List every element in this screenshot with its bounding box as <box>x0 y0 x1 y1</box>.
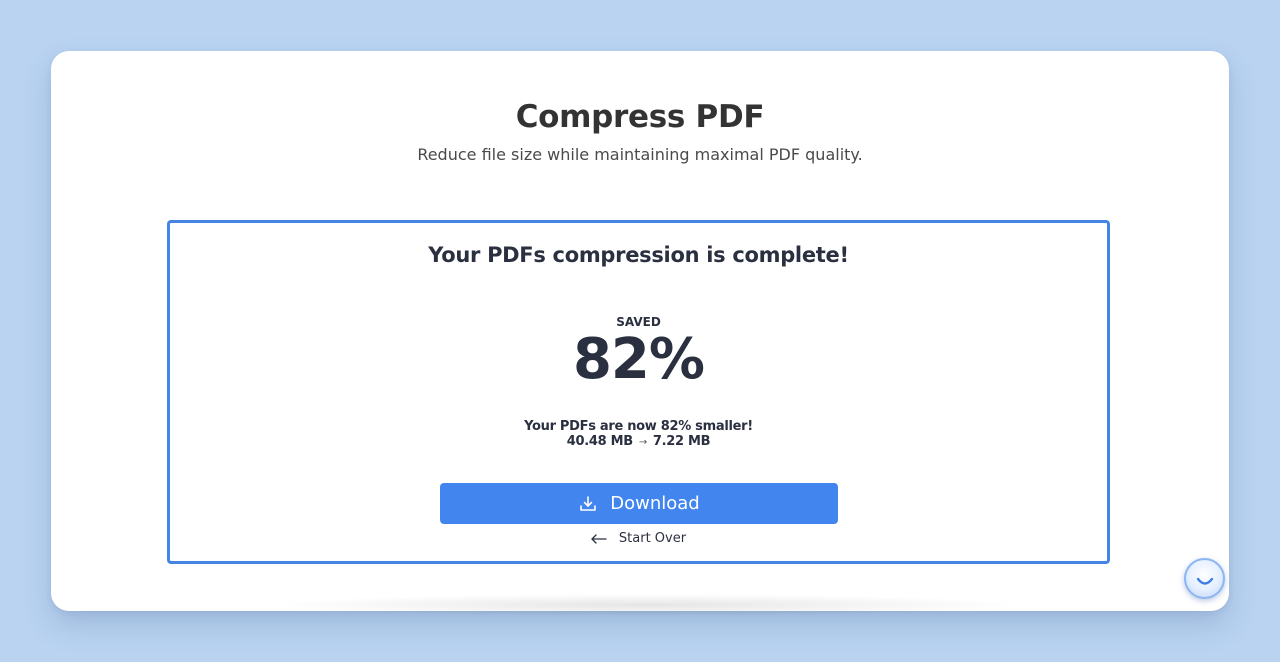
completion-heading: Your PDFs compression is complete! <box>428 243 849 267</box>
compressed-size: 7.22 MB <box>652 434 711 449</box>
original-size: 40.48 MB <box>566 434 633 449</box>
main-card: Compress PDF Reduce file size while main… <box>51 51 1229 616</box>
download-label: Download <box>610 493 700 514</box>
decorative-shadow <box>266 594 1026 616</box>
start-over-link[interactable]: Start Over <box>170 531 1107 546</box>
saved-percentage: 82% <box>572 327 705 392</box>
result-panel: Your PDFs compression is complete! SAVED… <box>167 220 1110 564</box>
download-icon <box>580 495 597 511</box>
size-comparison: 40.48 MB → 7.22 MB <box>170 434 1107 449</box>
start-over-label: Start Over <box>618 531 687 546</box>
smaller-message: Your PDFs are now 82% smaller! <box>524 419 753 434</box>
page-title: Compress PDF <box>515 99 765 135</box>
size-arrow-icon: → <box>638 437 647 448</box>
download-button[interactable]: Download <box>440 483 838 524</box>
page-subtitle: Reduce file size while maintaining maxim… <box>417 145 863 164</box>
chat-widget-icon <box>1196 577 1213 585</box>
chat-widget-button[interactable] <box>1184 558 1225 599</box>
arrow-left-icon <box>591 533 607 544</box>
